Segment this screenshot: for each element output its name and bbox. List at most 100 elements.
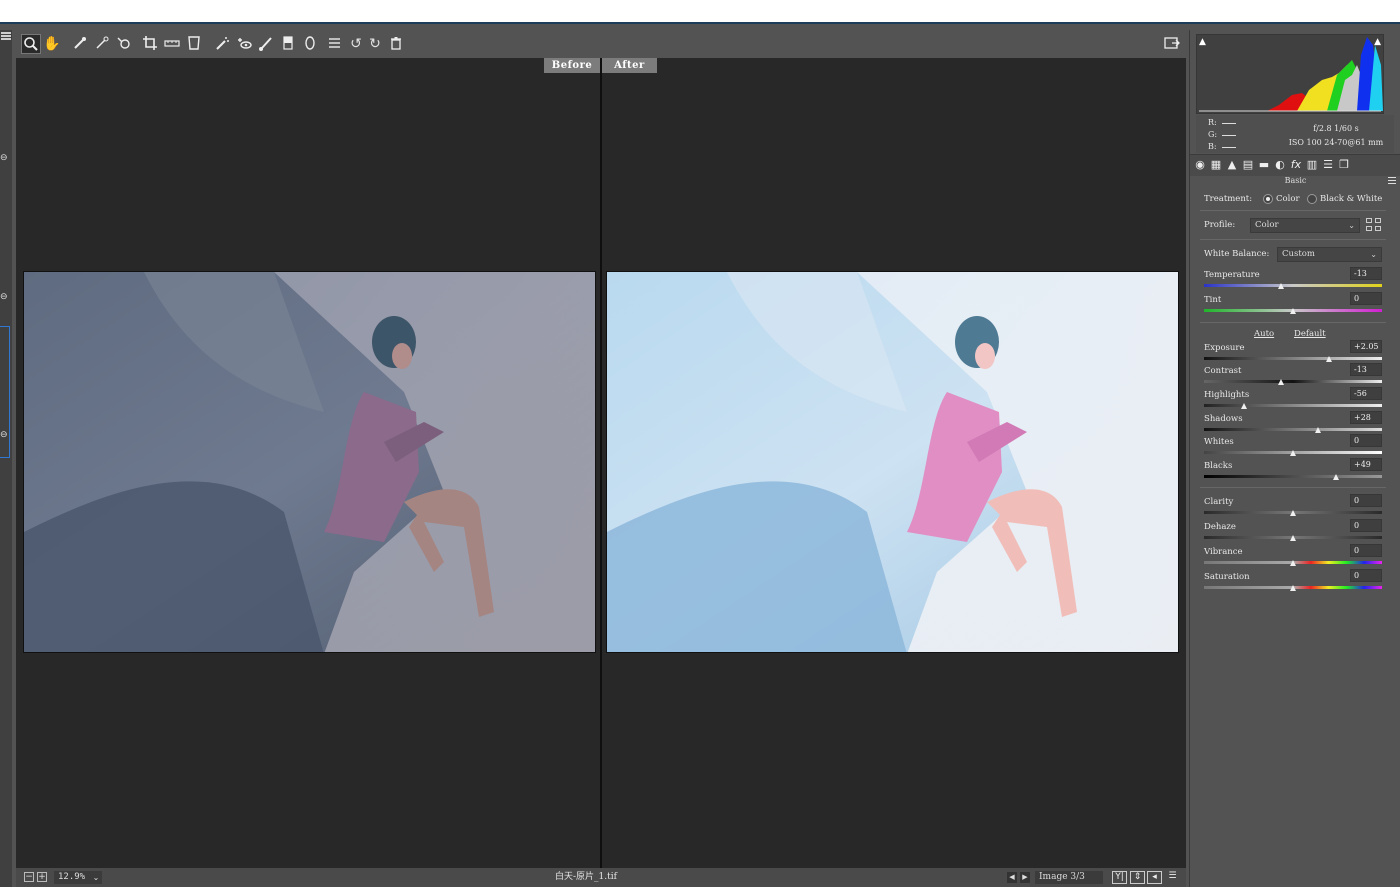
crop-tool-icon[interactable] [140,34,160,54]
shadows-slider[interactable] [1204,428,1382,431]
zoom-tool-icon[interactable] [21,34,41,54]
treatment-color-radio[interactable] [1263,194,1273,204]
white-balance-select[interactable]: Custom ⌄ [1277,247,1382,262]
rotate-left-icon[interactable]: ↺ [346,34,366,54]
tint-value[interactable]: 0 [1350,292,1382,305]
filmstrip-menu-icon[interactable] [1,32,11,40]
copy-settings-icon[interactable]: ◂ [1147,871,1162,884]
after-label: After [602,58,657,73]
clarity-slider-thumb[interactable] [1290,510,1296,516]
clarity-value[interactable]: 0 [1350,494,1382,507]
white-balance-tool-icon[interactable] [70,34,90,54]
dehaze-slider-thumb[interactable] [1290,535,1296,541]
swap-settings-icon[interactable]: ⇕ [1130,871,1145,884]
before-image[interactable] [23,271,596,653]
next-image-button[interactable]: ▶ [1020,872,1030,883]
highlights-slider-thumb[interactable] [1241,403,1247,409]
color-sampler-tool-icon[interactable] [92,34,112,54]
after-image[interactable] [606,271,1179,653]
vibrance-value[interactable]: 0 [1350,544,1382,557]
previous-image-button[interactable]: ◀ [1007,872,1017,883]
g-readout-label: G: [1208,130,1218,139]
hand-tool-icon[interactable]: ✋ [42,34,62,54]
tab-basic-icon[interactable]: ◉ [1193,158,1207,172]
profile-browser-icon[interactable] [1366,218,1382,232]
tab-presets-icon[interactable]: ☰ [1321,158,1335,172]
default-button[interactable]: Default [1294,329,1326,339]
transform-tool-icon[interactable] [184,34,204,54]
temperature-slider[interactable] [1204,284,1382,287]
saturation-slider-thumb[interactable] [1290,585,1296,591]
treatment-color-label[interactable]: Color [1276,194,1300,204]
divider [1200,322,1386,323]
chevron-down-icon: ⌄ [1348,221,1355,230]
filmstrip-collapsed[interactable]: ⊖ ⊖ ⊖ [0,30,12,887]
before-label: Before [544,58,600,73]
filmstrip-handle-icon[interactable]: ⊖ [0,153,10,163]
spot-removal-tool-icon[interactable] [212,34,232,54]
slider-label-blacks: Blacks [1204,461,1233,471]
tab-snapshots-icon[interactable]: ❐ [1337,158,1351,172]
slider-label-saturation: Saturation [1204,572,1250,582]
section-menu-icon[interactable] [1388,177,1396,184]
radial-filter-icon[interactable] [300,34,320,54]
targeted-adjustment-tool-icon[interactable] [114,34,134,54]
preview-area[interactable]: Before After [16,58,1186,868]
tab-detail-icon[interactable]: ▲ [1225,158,1239,172]
adjustment-brush-icon[interactable] [256,34,276,54]
treatment-bw-label[interactable]: Black & White [1320,194,1382,204]
slider-label-vibrance: Vibrance [1204,547,1243,557]
exposure-slider-thumb[interactable] [1326,356,1332,362]
tab-hsl-icon[interactable]: ▤ [1241,158,1255,172]
blacks-slider-thumb[interactable] [1333,474,1339,480]
shadows-value[interactable]: +28 [1350,411,1382,424]
rotate-right-icon[interactable]: ↻ [365,34,385,54]
dehaze-value[interactable]: 0 [1350,519,1382,532]
treatment-bw-radio[interactable] [1307,194,1317,204]
image-counter: Image 3/3 [1035,871,1103,884]
tab-lens-corrections-icon[interactable]: ◐ [1273,158,1287,172]
trash-icon[interactable] [386,34,406,54]
zoom-dropdown-icon[interactable]: ⌄ [90,871,102,884]
graduated-filter-icon[interactable] [278,34,298,54]
tab-calibration-icon[interactable]: ▥ [1305,158,1319,172]
exposure-value[interactable]: +2.05 [1350,340,1382,353]
contrast-value[interactable]: -13 [1350,363,1382,376]
highlights-slider[interactable] [1204,404,1382,407]
vibrance-slider-thumb[interactable] [1290,560,1296,566]
temperature-slider-thumb[interactable] [1278,283,1284,289]
filmstrip-handle-icon[interactable]: ⊖ [0,292,10,302]
highlights-value[interactable]: -56 [1350,387,1382,400]
divider [1200,210,1386,211]
exif-aperture-shutter: f/2.8 1/60 s [1313,124,1359,133]
zoom-out-button[interactable]: − [24,872,34,882]
straighten-tool-icon[interactable] [162,34,182,54]
tab-effects-icon[interactable]: fx [1289,158,1303,172]
saturation-value[interactable]: 0 [1350,569,1382,582]
contrast-slider-thumb[interactable] [1278,379,1284,385]
temperature-value[interactable]: -13 [1350,267,1382,280]
preview-preferences-icon[interactable]: ☰ [1165,871,1180,884]
tint-slider-thumb[interactable] [1290,308,1296,314]
split-divider [600,58,602,868]
divider [1200,239,1386,240]
whites-value[interactable]: 0 [1350,434,1382,447]
red-eye-tool-icon[interactable] [234,34,254,54]
blacks-slider[interactable] [1204,475,1382,478]
whites-slider-thumb[interactable] [1290,450,1296,456]
tab-tone-curve-icon[interactable]: ▦ [1209,158,1223,172]
shadows-slider-thumb[interactable] [1315,427,1321,433]
zoom-in-button[interactable]: + [37,872,47,882]
toolbar: ✋ ↺ ↻ [16,30,1186,58]
tab-split-toning-icon[interactable]: ▬ [1257,158,1271,172]
exposure-slider[interactable] [1204,357,1382,360]
profile-select[interactable]: Color ⌄ [1250,218,1360,233]
white-balance-label: White Balance: [1204,249,1270,259]
auto-button[interactable]: Auto [1254,329,1274,339]
contrast-slider[interactable] [1204,380,1382,383]
blacks-value[interactable]: +49 [1350,458,1382,471]
fullscreen-toggle-icon[interactable] [1162,34,1182,54]
filmstrip-handle-icon[interactable]: ⊖ [0,430,10,440]
preferences-list-icon[interactable] [324,34,344,54]
before-after-view-icon[interactable]: Y| [1112,871,1127,884]
